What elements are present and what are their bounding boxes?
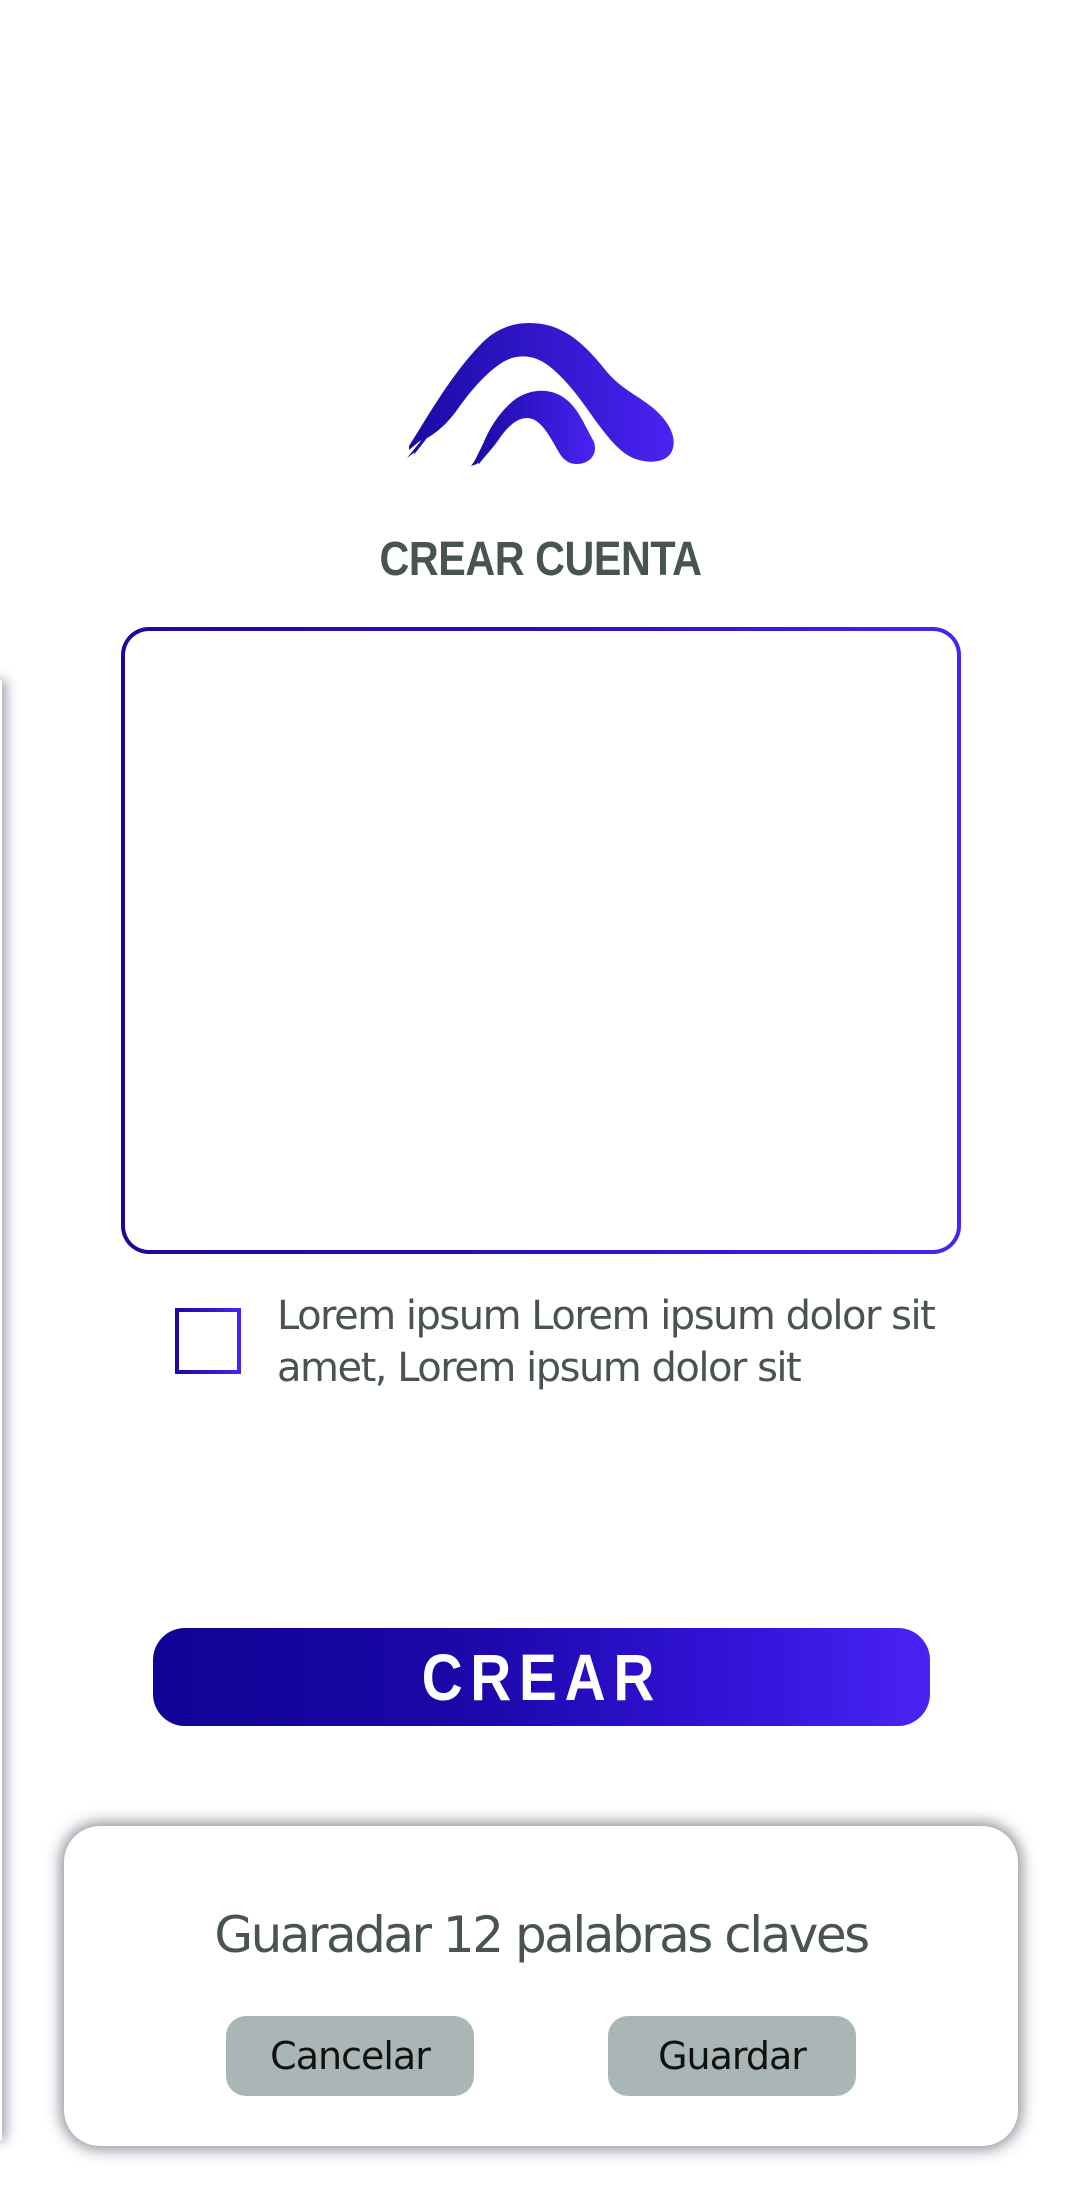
dialog-message: Guaradar 12 palabras claves [214,1906,870,1964]
terms-label: Lorem ipsum Lorem ipsum dolor sit amet, … [277,1293,936,1391]
save-keywords-dialog: Guaradar 12 palabras claves Cancelar Gua… [64,1826,1018,2146]
seed-words-area[interactable] [125,631,957,1250]
save-button[interactable]: Guardar [608,2016,856,2096]
create-account-screen: CREAR CUENTA Lorem ipsum Lorem ipsum dol… [0,0,1081,2208]
brush-mountain-logo-icon [407,323,674,466]
create-button-label: CREAR [421,1640,662,1714]
checkbox-fill [179,1312,237,1370]
page-title: CREAR CUENTA [379,533,702,586]
create-account-button[interactable]: CREAR [153,1628,930,1726]
seed-words-box[interactable] [121,627,961,1254]
cancel-button[interactable]: Cancelar [226,2016,474,2096]
terms-checkbox[interactable] [175,1308,241,1374]
background-card-edge [0,680,2,2140]
terms-row: Lorem ipsum Lorem ipsum dolor sit amet, … [175,1290,936,1400]
